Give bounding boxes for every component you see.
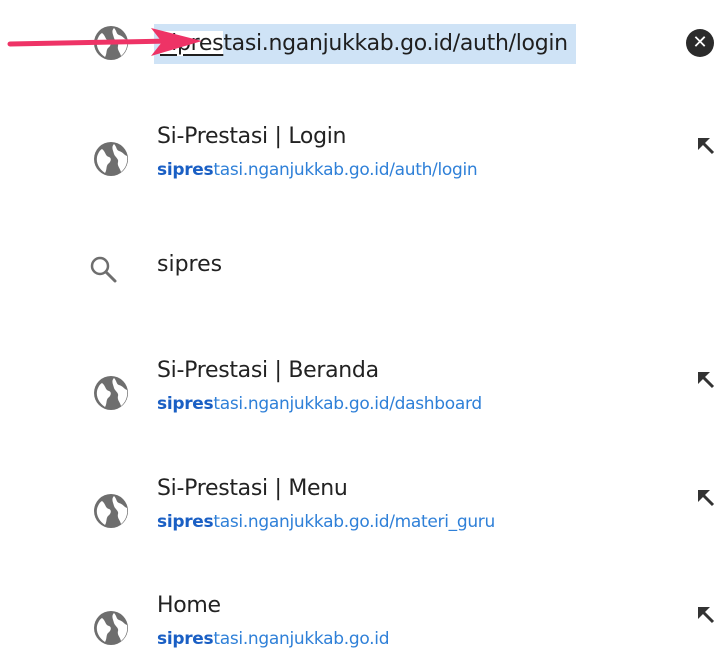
search-icon — [88, 254, 118, 288]
search-query: sipres — [157, 252, 223, 277]
suggestion-url: siprestasi.nganjukkab.go.id — [157, 629, 390, 649]
suggestion-url: siprestasi.nganjukkab.go.id/auth/login — [157, 160, 478, 180]
suggestion-url: siprestasi.nganjukkab.go.id/dashboard — [157, 394, 482, 414]
suggestion-title: Si-Prestasi | Menu — [157, 476, 348, 501]
globe-icon — [90, 372, 132, 418]
globe-icon — [90, 490, 132, 536]
suggestion-item[interactable]: Si-Prestasi | Beranda siprestasi.nganjuk… — [0, 352, 717, 440]
suggestion-item[interactable]: Si-Prestasi | Login siprestasi.nganjukka… — [0, 118, 717, 206]
url-rest: tasi.nganjukkab.go.id/auth/login — [213, 160, 478, 180]
autocomplete-text: tasi.nganjukkab.go.id/auth/login — [223, 31, 568, 56]
url-rest: tasi.nganjukkab.go.id — [213, 629, 390, 649]
address-input[interactable]: siprestasi.nganjukkab.go.id/auth/login — [154, 24, 576, 64]
clear-icon: ✕ — [692, 32, 708, 53]
url-match: sipres — [157, 629, 214, 649]
url-rest: tasi.nganjukkab.go.id/materi_guru — [213, 512, 495, 532]
arrow-up-left-icon[interactable] — [694, 368, 716, 390]
globe-icon — [90, 138, 132, 184]
url-match: sipres — [157, 160, 214, 180]
omnibox-dropdown: siprestasi.nganjukkab.go.id/auth/login ✕… — [0, 0, 717, 662]
arrow-up-left-icon[interactable] — [694, 486, 716, 508]
url-match: sipres — [157, 394, 214, 414]
suggestion-title: Si-Prestasi | Beranda — [157, 358, 379, 383]
url-rest: tasi.nganjukkab.go.id/dashboard — [213, 394, 482, 414]
arrow-up-left-icon[interactable] — [694, 134, 716, 156]
url-match: sipres — [157, 512, 214, 532]
arrow-up-left-icon[interactable] — [694, 603, 716, 625]
clear-button[interactable]: ✕ — [686, 29, 714, 57]
globe-icon — [90, 607, 132, 653]
suggestion-title: Si-Prestasi | Login — [157, 124, 347, 149]
suggestion-title: Home — [157, 593, 221, 618]
suggestion-item[interactable]: Si-Prestasi | Menu siprestasi.nganjukkab… — [0, 470, 717, 558]
search-suggestion[interactable]: sipres — [0, 252, 717, 340]
suggestion-item[interactable]: Home siprestasi.nganjukkab.go.id — [0, 587, 717, 662]
red-arrow-annotation — [7, 28, 202, 56]
address-bar[interactable]: siprestasi.nganjukkab.go.id/auth/login ✕ — [0, 0, 717, 86]
suggestion-url: siprestasi.nganjukkab.go.id/materi_guru — [157, 512, 495, 532]
